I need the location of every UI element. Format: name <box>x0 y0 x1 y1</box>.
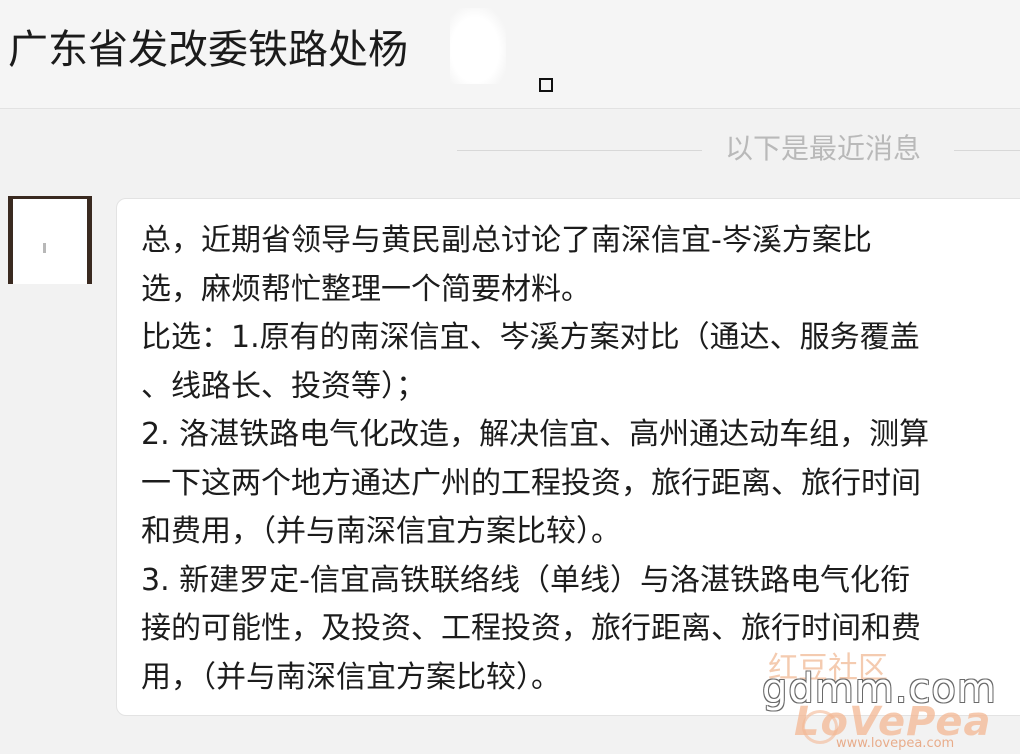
avatar[interactable] <box>8 196 92 284</box>
message-line: 总，近期省领导与黄民副总讨论了南深信宜-岑溪方案比 <box>141 223 872 258</box>
divider-line-left <box>457 150 702 151</box>
message-line: 和费用，（并与南深信宜方案比较）。 <box>141 514 621 549</box>
divider-label: 以下是最近消息 <box>725 132 922 165</box>
watermark-url: www.lovepea.com <box>836 736 955 751</box>
divider-line-right <box>954 150 1020 151</box>
avatar-mark <box>43 243 46 253</box>
restore-square-icon[interactable] <box>539 78 553 92</box>
message-line: 3. 新建罗定-信宜高铁联络线（单线）与洛湛铁路电气化衔 <box>141 562 910 598</box>
watermark-site: gdmm.com <box>762 666 997 712</box>
message-line: 接的可能性，及投资、工程投资，旅行距离、旅行时间和费 <box>141 611 921 646</box>
redaction-smudge <box>450 8 506 84</box>
chat-title: 广东省发改委铁路处杨 <box>8 27 408 73</box>
message-line: 2. 洛湛铁路电气化改造，解决信宜、高州通达动车组，测算 <box>141 417 930 452</box>
watermark: 红豆社区 LoVePea gdmm.com www.lovepea.com <box>740 652 1020 754</box>
message-line: 选，麻烦帮忙整理一个简要材料。 <box>141 271 591 307</box>
message-line: 比选：1.原有的南深信宜、岑溪方案对比（通达、服务覆盖 <box>141 320 920 355</box>
message-text: 总，近期省领导与黄民副总讨论了南深信宜-岑溪方案比 选，麻烦帮忙整理一个简要材料… <box>141 217 1020 702</box>
recent-messages-divider: 以下是最近消息 <box>457 131 1020 167</box>
avatar-redacted <box>27 209 75 275</box>
chat-header: 广东省发改委铁路处杨 <box>0 0 1020 109</box>
message-bubble[interactable]: 总，近期省领导与黄民副总讨论了南深信宜-岑溪方案比 选，麻烦帮忙整理一个简要材料… <box>116 198 1020 716</box>
message-line: 、线路长、投资等）； <box>141 368 426 404</box>
message-line: 一下这两个地方通达广州的工程投资，旅行距离、旅行时间 <box>141 465 921 501</box>
